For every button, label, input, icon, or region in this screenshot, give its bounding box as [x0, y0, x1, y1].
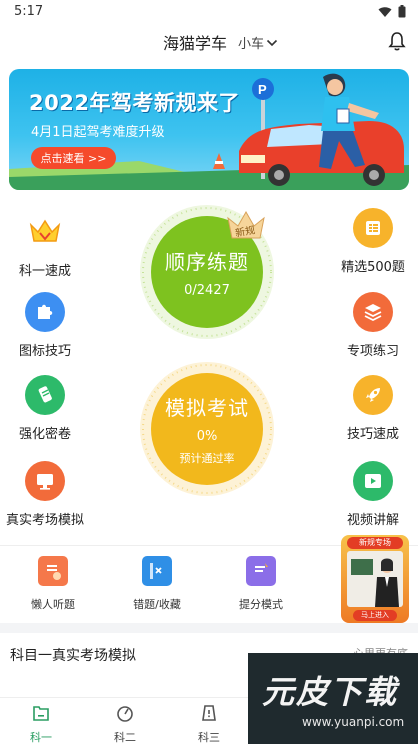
nav-subject3[interactable]: 科三	[189, 703, 229, 744]
app-header: 海猫学车 小车	[0, 26, 418, 60]
video-icon	[353, 461, 393, 501]
feature-special-practice[interactable]: 专项练习	[333, 292, 413, 359]
exam-ring	[142, 364, 272, 494]
feature-label: 科一速成	[18, 264, 71, 279]
section-title: 科目一真实考场模拟	[10, 648, 136, 664]
listen-icon	[38, 556, 68, 586]
subject3-icon	[202, 705, 216, 721]
tool-listen[interactable]: 懒人听题	[13, 556, 93, 612]
list-icon	[353, 208, 393, 248]
feature-label: 图标技巧	[18, 344, 71, 359]
layers-icon	[353, 292, 393, 332]
promo-tag: 新规专场	[347, 537, 403, 549]
battery-icon	[398, 5, 406, 18]
promo-banner[interactable]: P 2022年驾考新规来了 4月1日起驾考难度升级 点击速看 >>	[9, 69, 409, 190]
watermark-text: 元皮下载	[262, 673, 399, 711]
nav-label: 科二	[114, 731, 136, 744]
vehicle-label: 小车	[238, 37, 265, 52]
bell-icon[interactable]	[388, 31, 406, 51]
tool-label: 错题/收藏	[133, 598, 181, 611]
promo-image	[347, 551, 403, 607]
banner-title: 2022年驾考新规来了	[29, 91, 240, 115]
mistakes-icon	[142, 556, 172, 586]
app-title: 海猫学车	[163, 34, 228, 53]
tool-boost[interactable]: 提分模式	[221, 556, 301, 612]
nav-subject2[interactable]: 科二	[105, 703, 145, 744]
feature-real-exam[interactable]: 真实考场模拟	[5, 461, 85, 528]
status-bar: 5:17	[0, 0, 418, 24]
tool-label: 懒人听题	[31, 598, 75, 611]
watermark-url: www.yuanpi.com	[302, 715, 405, 729]
feature-intensive-paper[interactable]: 强化密卷	[5, 375, 85, 442]
banner-subtitle: 4月1日起驾考难度升级	[31, 125, 165, 140]
feature-label: 真实考场模拟	[5, 513, 84, 528]
puzzle-icon	[25, 292, 65, 332]
promo-enter-button[interactable]: 马上进入	[353, 610, 397, 621]
status-icons	[378, 5, 406, 18]
feature-label: 技巧速成	[346, 427, 399, 442]
banner-cta-button[interactable]: 点击速看 >>	[31, 147, 116, 169]
watermark: 元皮下载 www.yuanpi.com	[248, 653, 418, 744]
feature-label: 视频讲解	[346, 513, 399, 528]
nav-subject1[interactable]: 科一	[21, 703, 61, 744]
feature-video[interactable]: 视频讲解	[333, 461, 413, 528]
status-time: 5:17	[14, 4, 44, 19]
crown-icon	[25, 212, 65, 252]
nav-label: 科三	[198, 731, 220, 744]
monitor-icon	[25, 461, 65, 501]
feature-icon-tips[interactable]: 图标技巧	[5, 292, 85, 359]
mock-exam-button[interactable]: 模拟考试 0% 预计通过率	[140, 362, 274, 496]
subject2-icon	[117, 706, 133, 722]
feature-subject1-speed[interactable]: 科一速成	[5, 212, 85, 279]
feature-label: 精选500题	[341, 260, 405, 275]
svg-text:P: P	[258, 82, 267, 97]
boost-icon	[246, 556, 276, 586]
feature-tips-speed[interactable]: 技巧速成	[333, 375, 413, 442]
feature-selected-500[interactable]: 精选500题	[333, 208, 413, 275]
nav-label: 科一	[30, 731, 52, 744]
new-rules-badge: 新规	[224, 208, 268, 240]
tool-label: 提分模式	[239, 598, 283, 611]
wifi-icon	[378, 6, 392, 17]
section-divider	[0, 623, 418, 633]
vehicle-select[interactable]: 小车	[238, 33, 278, 52]
subject1-icon	[33, 706, 49, 721]
chevron-down-icon	[266, 39, 278, 46]
tool-mistakes[interactable]: 错题/收藏	[117, 556, 197, 612]
new-rules-promo-card[interactable]: 新规专场 马上进入	[341, 535, 409, 623]
rocket-icon	[353, 375, 393, 415]
feature-label: 强化密卷	[18, 427, 71, 442]
feature-label: 专项练习	[346, 344, 399, 359]
scroll-icon	[25, 375, 65, 415]
